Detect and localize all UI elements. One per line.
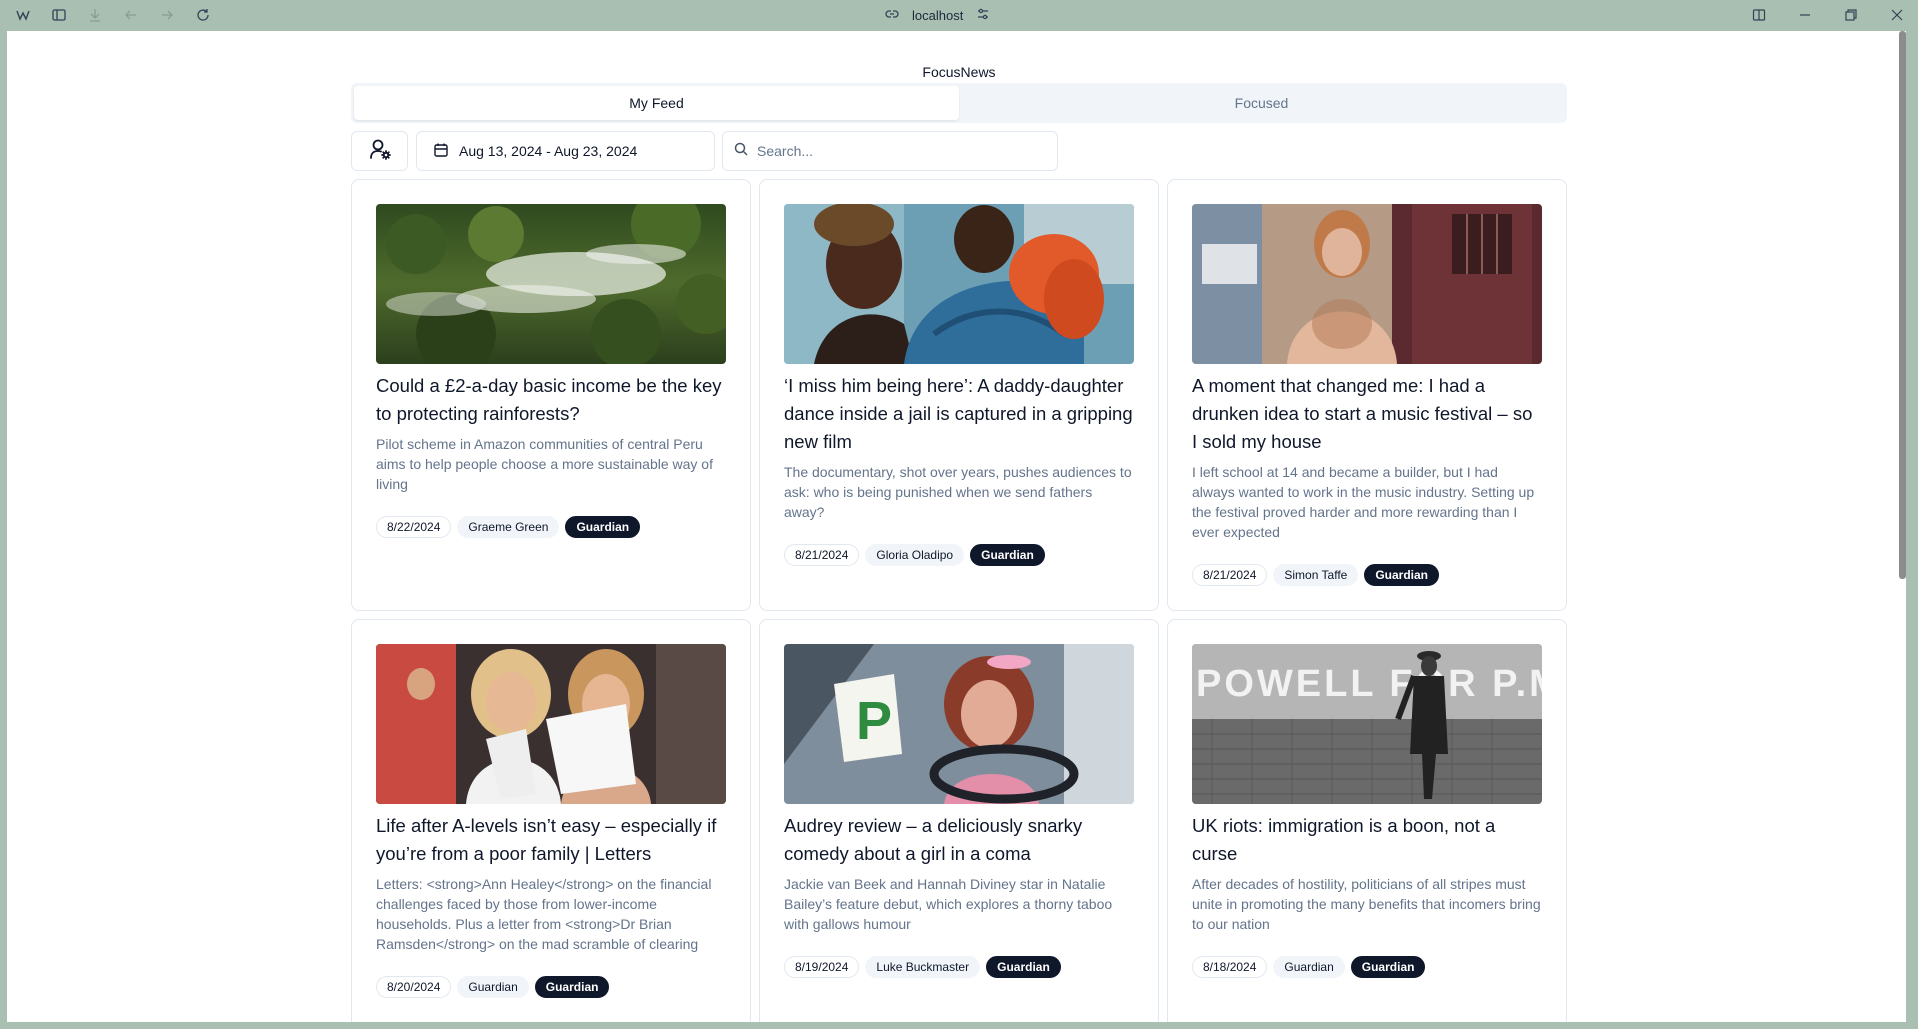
date-badge: 8/21/2024: [784, 544, 860, 566]
date-badge: 8/19/2024: [784, 956, 860, 978]
source-badge: Guardian: [1364, 564, 1440, 586]
back-arrow-icon[interactable]: [120, 4, 142, 26]
tab-focused[interactable]: Focused: [959, 86, 1564, 120]
article-image-students[interactable]: [376, 644, 726, 804]
calendar-icon: [433, 142, 449, 161]
date-badge: 8/20/2024: [376, 976, 452, 998]
article-title[interactable]: UK riots: immigration is a boon, not a c…: [1192, 812, 1542, 868]
minimize-icon[interactable]: [1794, 4, 1816, 26]
address-text: localhost: [912, 7, 964, 23]
article-image-dance[interactable]: [784, 204, 1134, 364]
date-range-picker[interactable]: Aug 13, 2024 - Aug 23, 2024: [416, 131, 715, 171]
article-meta: 8/21/2024 Simon Taffe Guardian: [1192, 564, 1542, 586]
search-box[interactable]: [722, 131, 1058, 171]
article-title[interactable]: Life after A-levels isn’t easy – especia…: [376, 812, 726, 868]
forward-arrow-icon[interactable]: [156, 4, 178, 26]
sidebar-toggle-icon[interactable]: [48, 4, 70, 26]
author-badge: Guardian: [457, 976, 529, 998]
article-image-rainforest[interactable]: [376, 204, 726, 364]
article-title[interactable]: Audrey review – a deliciously snarky com…: [784, 812, 1134, 868]
split-view-icon[interactable]: [1748, 4, 1770, 26]
page-viewport: FocusNews My Feed Focused Aug 13, 2024 -…: [7, 31, 1906, 1022]
search-icon: [733, 141, 749, 162]
article-image-graffiti[interactable]: POWELL FOR P.M.!: [1192, 644, 1542, 804]
app-title: FocusNews: [922, 64, 996, 80]
article-image-portrait[interactable]: [1192, 204, 1542, 364]
article-summary: I left school at 14 and became a builder…: [1192, 464, 1535, 540]
tab-my-feed[interactable]: My Feed: [354, 86, 959, 120]
author-badge: Graeme Green: [457, 516, 560, 538]
article-summary: Pilot scheme in Amazon communities of ce…: [376, 436, 713, 492]
article-card[interactable]: ‘I miss him being here’: A daddy-daughte…: [759, 179, 1159, 611]
article-title[interactable]: ‘I miss him being here’: A daddy-daughte…: [784, 372, 1134, 456]
source-badge: Guardian: [565, 516, 641, 538]
article-card[interactable]: Could a £2-a-day basic income be the key…: [351, 179, 751, 611]
site-settings-icon[interactable]: [975, 6, 991, 25]
link-icon: [884, 6, 900, 25]
author-badge: Guardian: [1273, 956, 1345, 978]
address-bar[interactable]: localhost: [884, 4, 991, 26]
article-card[interactable]: A moment that changed me: I had a drunke…: [1167, 179, 1567, 611]
browser-chrome: localhost: [0, 0, 1918, 31]
user-settings-icon: [368, 137, 392, 166]
source-badge: Guardian: [986, 956, 1061, 978]
article-summary: After decades of hostility, politicians …: [1192, 876, 1541, 932]
search-input[interactable]: [757, 143, 1047, 159]
date-badge: 8/22/2024: [376, 516, 452, 538]
svg-text:P: P: [856, 691, 892, 751]
graffiti-text: POWELL FOR P.M.!: [1196, 663, 1542, 705]
author-badge: Gloria Oladipo: [865, 544, 965, 566]
article-summary: Letters: <strong>Ann Healey</strong> on …: [376, 876, 712, 952]
article-card[interactable]: P Audrey review – a deliciously snarky c…: [759, 619, 1159, 1022]
source-badge: Guardian: [534, 976, 610, 998]
article-title[interactable]: Could a £2-a-day basic income be the key…: [376, 372, 726, 428]
article-image-driving[interactable]: P: [784, 644, 1134, 804]
article-meta: 8/22/2024 Graeme Green Guardian: [376, 516, 726, 538]
date-badge: 8/18/2024: [1192, 956, 1268, 978]
restore-icon[interactable]: [1840, 4, 1862, 26]
source-badge: Guardian: [1350, 956, 1426, 978]
article-summary: Jackie van Beek and Hannah Diviney star …: [784, 876, 1113, 932]
download-icon[interactable]: [84, 4, 106, 26]
article-title[interactable]: A moment that changed me: I had a drunke…: [1192, 372, 1542, 456]
article-meta: 8/20/2024 Guardian Guardian: [376, 976, 726, 998]
article-meta: 8/21/2024 Gloria Oladipo Guardian: [784, 544, 1134, 566]
author-badge: Luke Buckmaster: [865, 956, 981, 978]
author-badge: Simon Taffe: [1273, 564, 1359, 586]
article-meta: 8/19/2024 Luke Buckmaster Guardian: [784, 956, 1134, 978]
article-card[interactable]: POWELL FOR P.M.! UK riots: immigration i…: [1167, 619, 1567, 1022]
date-range-text: Aug 13, 2024 - Aug 23, 2024: [459, 143, 638, 159]
article-card[interactable]: Life after A-levels isn’t easy – especia…: [351, 619, 751, 1022]
article-meta: 8/18/2024 Guardian Guardian: [1192, 956, 1542, 978]
article-summary: The documentary, shot over years, pushes…: [784, 464, 1132, 520]
feed-tabs: My Feed Focused: [351, 83, 1567, 123]
close-icon[interactable]: [1886, 4, 1908, 26]
source-badge: Guardian: [970, 544, 1045, 566]
browser-menu-icon[interactable]: [12, 4, 34, 26]
page-scrollbar[interactable]: [1899, 31, 1906, 579]
reload-icon[interactable]: [192, 4, 214, 26]
date-badge: 8/21/2024: [1192, 564, 1268, 586]
user-settings-button[interactable]: [351, 131, 408, 171]
